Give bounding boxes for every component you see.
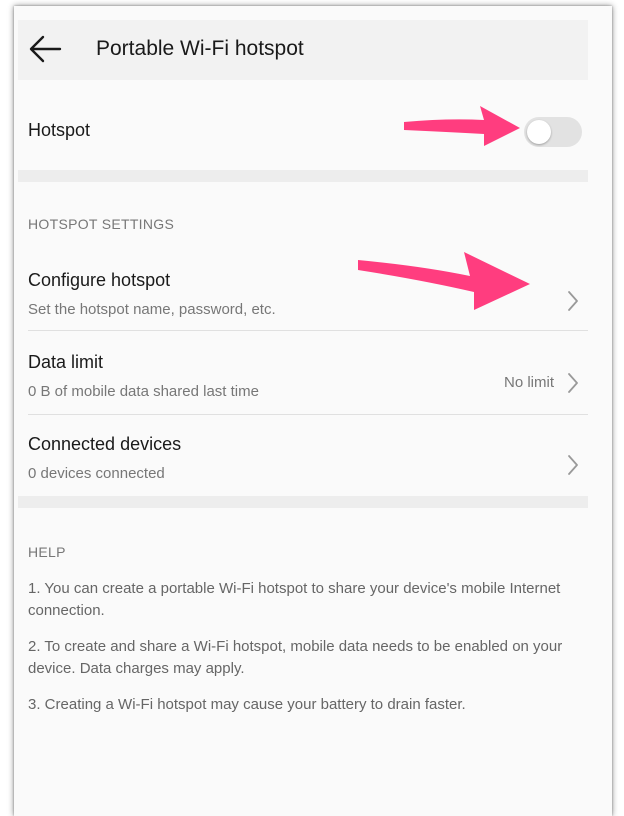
item-subtitle: 0 B of mobile data shared last time [28,383,259,400]
app-bar: Portable Wi-Fi hotspot [18,20,588,80]
help-item: 1. You can create a portable Wi-Fi hotsp… [28,580,561,619]
data-limit-item[interactable]: Data limit 0 B of mobile data shared las… [18,342,588,424]
chevron-right-icon [568,373,578,393]
hotspot-toggle[interactable] [524,117,582,147]
chevron-right-icon [568,455,578,475]
row-separator [28,330,588,331]
item-subtitle: Set the hotspot name, password, etc. [28,301,276,318]
help-item: 2. To create and share a Wi-Fi hotspot, … [28,638,563,677]
arrow-left-icon[interactable] [28,34,62,64]
data-limit-value: No limit [503,374,554,391]
item-title: Connected devices [28,434,182,454]
hotspot-label: Hotspot [28,120,91,140]
page-title: Portable Wi-Fi hotspot [96,37,304,60]
annotation-arrow-toggle [404,106,520,146]
section-divider [18,170,588,182]
chevron-right-icon [568,291,578,311]
item-title: Data limit [28,352,104,372]
annotation-arrow-configure [358,252,530,310]
help-item: 3. Creating a Wi-Fi hotspot may cause yo… [28,696,466,713]
help-header: HELP [28,544,66,560]
row-separator [28,414,588,415]
toggle-knob [527,120,551,144]
hotspot-settings-header: HOTSPOT SETTINGS [28,216,175,232]
connected-devices-item[interactable]: Connected devices 0 devices connected [18,424,588,506]
item-subtitle: 0 devices connected [28,465,165,482]
item-title: Configure hotspot [28,270,171,290]
section-divider [18,496,588,508]
